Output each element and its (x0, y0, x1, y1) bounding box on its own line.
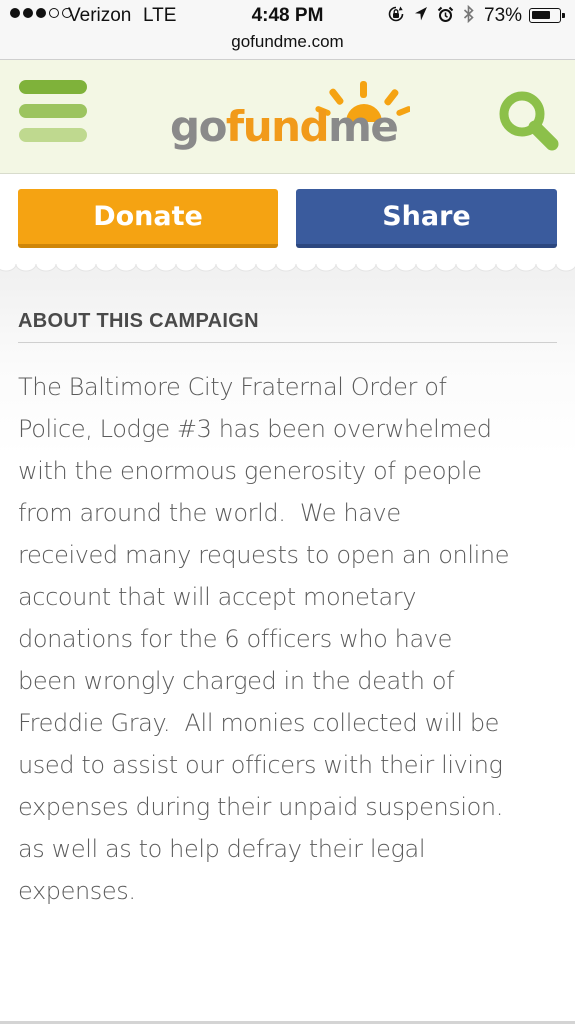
story-line: Freddie Gray. All monies collected will … (18, 709, 500, 737)
story-line: The Baltimore City Fraternal Order of (18, 373, 447, 401)
story-line: expenses. (18, 877, 136, 905)
share-button-label: Share (382, 201, 471, 232)
screen-rotation-lock-icon (388, 6, 404, 22)
campaign-story: The Baltimore City Fraternal Order of Po… (18, 366, 563, 912)
alarm-icon (437, 6, 454, 22)
status-bar: Verizon LTE 4:48 PM 73% (0, 0, 575, 30)
hamburger-menu-icon[interactable] (19, 80, 87, 144)
story-line: account that will accept monetary (18, 583, 417, 611)
logo-wordmark: gofundme (170, 102, 399, 151)
address-bar[interactable]: gofundme.com (0, 30, 575, 60)
donate-button-label: Donate (93, 201, 203, 232)
address-bar-url: gofundme.com (231, 32, 344, 51)
location-arrow-icon (415, 7, 427, 21)
site-header: gofundme (0, 60, 575, 174)
story-line: from around the world. We have (18, 499, 401, 527)
share-button[interactable]: Share (296, 189, 557, 248)
story-line: been wrongly charged in the death of (18, 667, 455, 695)
bluetooth-icon (463, 5, 474, 23)
battery-level (532, 11, 550, 19)
section-divider (18, 342, 557, 343)
story-line: with the enormous generosity of people (18, 457, 482, 485)
section-title: ABOUT THIS CAMPAIGN (18, 310, 259, 332)
story-line: used to assist our officers with their l… (18, 751, 503, 779)
story-line: Police, Lodge #3 has been overwhelmed (18, 415, 492, 443)
campaign-section: ABOUT THIS CAMPAIGN The Baltimore City F… (0, 276, 575, 1021)
story-line: expenses during their unpaid suspension. (18, 793, 503, 821)
battery-icon (529, 8, 565, 23)
search-icon[interactable] (492, 84, 562, 154)
battery-percent: 73% (484, 5, 523, 26)
status-icons (387, 5, 474, 23)
donate-button[interactable]: Donate (18, 189, 278, 248)
gofundme-logo[interactable]: gofundme (170, 78, 410, 158)
story-line: as well as to help defray their legal (18, 835, 426, 863)
story-line: donations for the 6 officers who have (18, 625, 452, 653)
story-line: received many requests to open an online (18, 541, 510, 569)
